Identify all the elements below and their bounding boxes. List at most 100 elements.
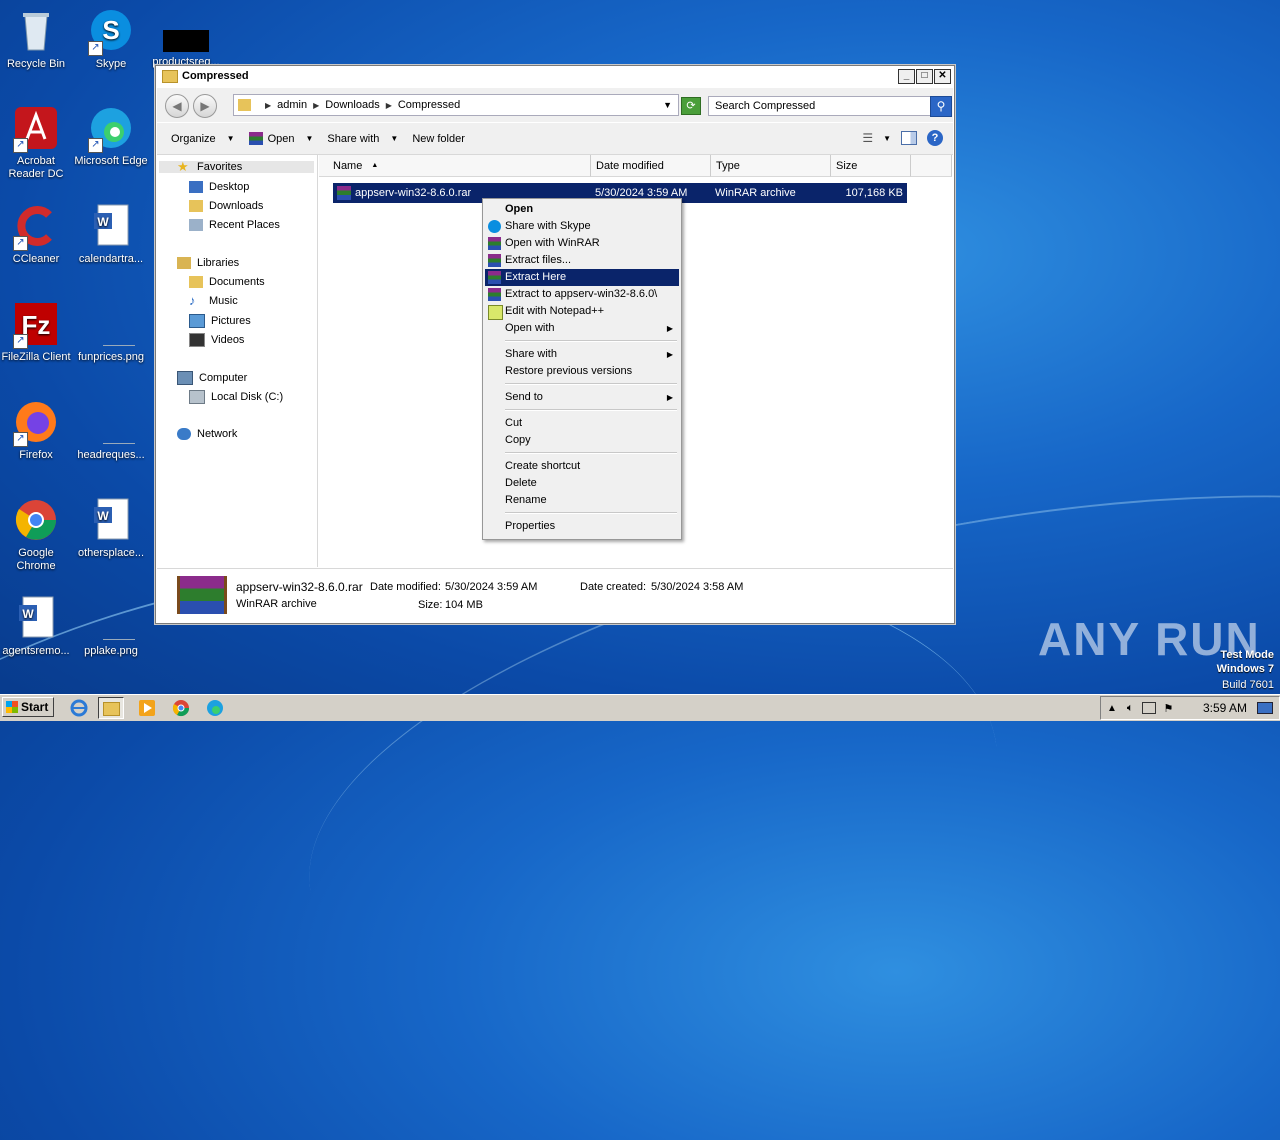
maximize-button[interactable]: □ — [916, 69, 933, 84]
desktop-icon-ccleaner[interactable]: ↗ CCleaner — [0, 203, 74, 266]
clock[interactable]: 3:59 AM — [1203, 701, 1247, 715]
desktop-icon-productsreq[interactable]: productsreq... — [148, 30, 224, 69]
nav-desktop[interactable]: Desktop — [189, 181, 249, 193]
chevron-down-icon[interactable]: ▼ — [663, 100, 672, 110]
breadcrumb-admin[interactable]: admin — [277, 99, 307, 111]
desktop-icon-othersplace[interactable]: W othersplace... — [73, 497, 149, 560]
explorer-taskbar-button[interactable] — [98, 697, 124, 719]
menu-properties[interactable]: Properties — [485, 518, 679, 535]
desktop-icon-pplake[interactable]: pplake.png — [73, 595, 149, 658]
nav-network[interactable]: Network — [177, 428, 237, 440]
open-button[interactable]: Open ▼ — [248, 132, 313, 145]
menu-restore-versions[interactable]: Restore previous versions — [485, 363, 679, 380]
flag-icon[interactable]: ⚑ — [1164, 702, 1174, 715]
desktop-icon-skype[interactable]: S ↗ Skype — [73, 8, 149, 71]
desktop-icon-firefox[interactable]: ↗ Firefox — [0, 399, 74, 462]
windows-version-label: Windows 7 — [1216, 663, 1274, 675]
share-with-label: Share with — [327, 132, 380, 145]
nav-music[interactable]: ♪ Music — [189, 294, 238, 307]
menu-open-winrar[interactable]: Open with WinRAR — [485, 235, 679, 252]
details-size-label: Size: — [418, 599, 443, 611]
menu-cut[interactable]: Cut — [485, 415, 679, 432]
menu-rename[interactable]: Rename — [485, 492, 679, 509]
close-button[interactable]: ✕ — [934, 69, 951, 84]
chevron-right-icon: ▶ — [313, 100, 320, 110]
view-options-icon[interactable]: ☰ — [862, 131, 873, 145]
desktop-icon-funprices[interactable]: funprices.png — [73, 301, 149, 364]
breadcrumb-compressed[interactable]: Compressed — [398, 99, 460, 111]
column-name[interactable]: Name ▲ — [319, 155, 591, 177]
window-titlebar[interactable]: Compressed _ □ ✕ — [156, 66, 954, 86]
column-size[interactable]: Size — [831, 155, 911, 177]
back-button[interactable]: ◀ — [165, 94, 189, 118]
menu-extract-here[interactable]: Extract Here — [485, 269, 679, 286]
nav-label: Music — [209, 295, 238, 307]
notepad-plus-plus-icon — [488, 305, 503, 320]
menu-open-with[interactable]: Open with ▶ — [485, 320, 679, 337]
organize-label: Organize — [171, 132, 216, 145]
new-folder-button[interactable]: New folder — [412, 133, 465, 145]
media-player-icon[interactable] — [138, 699, 156, 717]
column-extra[interactable] — [911, 155, 952, 177]
help-icon[interactable]: ? — [927, 130, 943, 146]
desktop-icon-recycle-bin[interactable]: Recycle Bin — [0, 8, 74, 71]
refresh-button[interactable]: ⟳ — [681, 97, 701, 115]
nav-downloads[interactable]: Downloads — [189, 200, 263, 212]
search-input[interactable]: Search Compressed — [708, 96, 934, 116]
nav-computer[interactable]: Computer — [177, 371, 247, 385]
desktop-icon-chrome[interactable]: Google Chrome — [0, 497, 74, 573]
acrobat-icon: ↗ — [13, 105, 59, 153]
nav-favorites[interactable]: ★ Favorites — [159, 159, 314, 174]
minimize-button[interactable]: _ — [898, 69, 915, 84]
menu-edit-notepad[interactable]: Edit with Notepad++ — [485, 303, 679, 320]
nav-label: Desktop — [209, 181, 250, 193]
nav-documents[interactable]: Documents — [189, 276, 265, 288]
chevron-down-icon[interactable]: ▼ — [883, 134, 891, 143]
desktop-icon-acrobat[interactable]: ↗ Acrobat Reader DC — [0, 105, 74, 181]
menu-delete[interactable]: Delete — [485, 475, 679, 492]
search-icon[interactable]: ⚲ — [930, 96, 952, 117]
desktop-icon-edge[interactable]: ↗ Microsoft Edge — [73, 105, 149, 168]
menu-share-skype[interactable]: Share with Skype — [485, 218, 679, 235]
menu-extract-to[interactable]: Extract to appserv-win32-8.6.0\ — [485, 286, 679, 303]
share-with-button[interactable]: Share with ▼ — [327, 133, 398, 145]
nav-videos[interactable]: Videos — [189, 333, 244, 347]
menu-label: Extract files... — [505, 254, 572, 266]
show-hidden-icons[interactable]: ▲ — [1107, 703, 1117, 714]
breadcrumb-downloads[interactable]: Downloads — [325, 99, 379, 111]
column-type[interactable]: Type — [711, 155, 831, 177]
speaker-icon[interactable]: 🔈︎ — [1127, 702, 1134, 715]
preview-pane-icon[interactable] — [901, 131, 917, 145]
nav-label: Recent Places — [209, 219, 280, 231]
menu-copy[interactable]: Copy — [485, 432, 679, 449]
window-title: Compressed — [182, 70, 249, 82]
network-tray-icon[interactable] — [1141, 702, 1156, 714]
edge-taskbar-icon[interactable] — [206, 699, 224, 717]
organize-button[interactable]: Organize ▼ — [171, 133, 235, 145]
internet-explorer-icon[interactable] — [70, 699, 88, 717]
details-pane: appserv-win32-8.6.0.rar WinRAR archive D… — [157, 568, 953, 623]
menu-extract-files[interactable]: Extract files... — [485, 252, 679, 269]
menu-send-to[interactable]: Send to ▶ — [485, 389, 679, 406]
desktop-icon-filezilla[interactable]: Fz ↗ FileZilla Client — [0, 301, 74, 364]
menu-open[interactable]: Open — [485, 201, 679, 218]
desktop-icon-calendartra[interactable]: W calendartra... — [73, 203, 149, 266]
winrar-icon — [488, 237, 501, 250]
address-bar[interactable]: ▶ admin ▶ Downloads ▶ Compressed ▼ — [233, 94, 679, 116]
column-date-modified[interactable]: Date modified — [591, 155, 711, 177]
desktop-icon-agentsremo[interactable]: W agentsremo... — [0, 595, 74, 658]
chrome-taskbar-icon[interactable] — [172, 699, 190, 717]
star-icon: ★ — [177, 159, 189, 174]
show-desktop-icon[interactable] — [1257, 702, 1273, 714]
nav-recent-places[interactable]: Recent Places — [189, 219, 280, 231]
nav-pictures[interactable]: Pictures — [189, 314, 251, 328]
nav-libraries[interactable]: Libraries — [177, 257, 239, 269]
winrar-icon — [488, 288, 501, 301]
nav-local-disk[interactable]: Local Disk (C:) — [189, 390, 283, 404]
menu-create-shortcut[interactable]: Create shortcut — [485, 458, 679, 475]
start-button[interactable]: Start — [2, 697, 54, 717]
menu-separator — [505, 409, 677, 411]
desktop-icon-headreques[interactable]: headreques... — [73, 399, 149, 462]
menu-share-with[interactable]: Share with ▶ — [485, 346, 679, 363]
forward-button[interactable]: ▶ — [193, 94, 217, 118]
